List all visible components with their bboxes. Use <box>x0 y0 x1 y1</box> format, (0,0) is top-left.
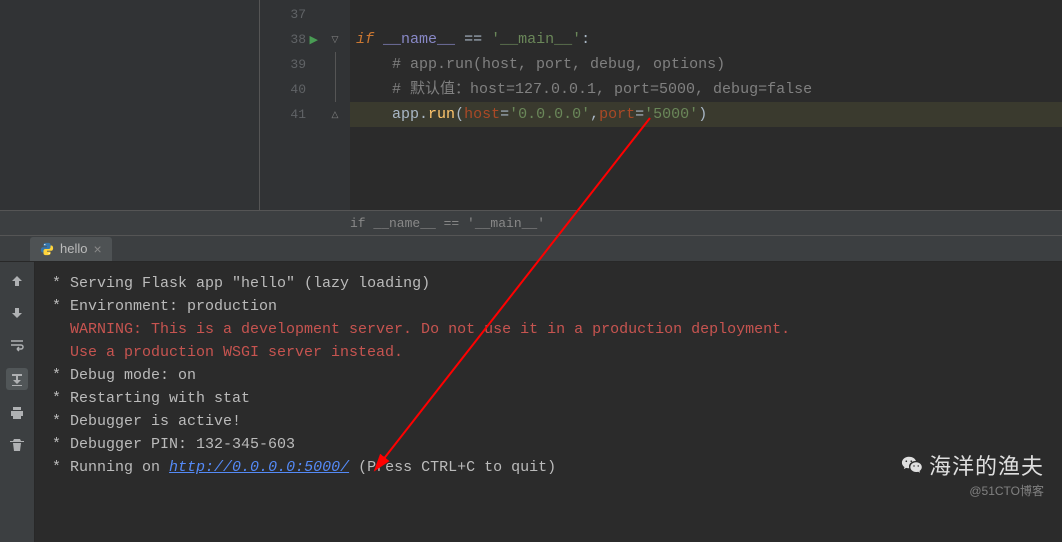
code-content[interactable]: if __name__ == '__main__': # app.run(hos… <box>350 0 1062 210</box>
watermark: 海洋的渔夫 @51CTO博客 <box>901 449 1044 499</box>
breadcrumb-text: if __name__ == '__main__' <box>350 216 545 231</box>
arrow-down-icon[interactable] <box>8 304 26 322</box>
run-console: * Serving Flask app "hello" (lazy loadin… <box>0 262 1062 542</box>
url-link[interactable]: http://0.0.0.0:5000/ <box>169 459 349 476</box>
wechat-icon <box>901 454 923 482</box>
line-number: 40 <box>290 82 312 97</box>
console-line: Use a production WSGI server instead. <box>43 341 1054 364</box>
console-line: * Environment: production <box>43 295 1054 318</box>
arrow-up-icon[interactable] <box>8 272 26 290</box>
gutter-row[interactable]: 37 <box>260 2 320 27</box>
code-line[interactable]: # app.run(host, port, debug, options) <box>350 52 1062 77</box>
run-tab-bar: hello × <box>0 236 1062 262</box>
console-line: * Restarting with stat <box>43 387 1054 410</box>
close-icon[interactable]: × <box>93 241 101 257</box>
gutter-row[interactable]: 38▶ <box>260 27 320 52</box>
watermark-sub: @51CTO博客 <box>901 482 1044 499</box>
line-number: 39 <box>290 57 312 72</box>
python-file-icon <box>40 242 54 256</box>
editor-left-margin <box>0 0 260 210</box>
gutter-row[interactable]: 40 <box>260 77 320 102</box>
fold-gutter[interactable]: ▽ △ <box>320 0 350 210</box>
breadcrumb[interactable]: if __name__ == '__main__' <box>0 210 1062 235</box>
code-editor: 37 38▶ 39 40 41 ▽ △ if __name__ == '__ma… <box>0 0 1062 210</box>
line-number: 41 <box>290 107 312 122</box>
console-line: * Debugger is active! <box>43 410 1054 433</box>
console-output[interactable]: * Serving Flask app "hello" (lazy loadin… <box>35 262 1062 542</box>
print-icon[interactable] <box>8 404 26 422</box>
gutter-row[interactable]: 39 <box>260 52 320 77</box>
console-line: WARNING: This is a development server. D… <box>43 318 1054 341</box>
console-line: * Debug mode: on <box>43 364 1054 387</box>
code-line[interactable]: app.run(host='0.0.0.0',port='5000') <box>350 102 1062 127</box>
fold-up-icon[interactable]: △ <box>332 110 339 120</box>
tab-label: hello <box>60 241 87 256</box>
run-tab[interactable]: hello × <box>30 237 112 261</box>
trash-icon[interactable] <box>8 436 26 454</box>
line-number-gutter[interactable]: 37 38▶ 39 40 41 <box>260 0 320 210</box>
console-toolbar <box>0 262 35 542</box>
console-line: * Serving Flask app "hello" (lazy loadin… <box>43 272 1054 295</box>
line-number: 37 <box>290 7 312 22</box>
code-line[interactable]: if __name__ == '__main__': <box>350 27 1062 52</box>
soft-wrap-icon[interactable] <box>8 336 26 354</box>
watermark-main: 海洋的渔夫 <box>929 454 1044 479</box>
scroll-to-end-icon[interactable] <box>6 368 28 390</box>
code-line[interactable] <box>350 2 1062 27</box>
gutter-row[interactable]: 41 <box>260 102 320 127</box>
code-line[interactable]: # 默认值：host=127.0.0.1, port=5000, debug=f… <box>350 77 1062 102</box>
fold-down-icon[interactable]: ▽ <box>332 35 339 45</box>
run-gutter-icon[interactable]: ▶ <box>310 33 318 47</box>
